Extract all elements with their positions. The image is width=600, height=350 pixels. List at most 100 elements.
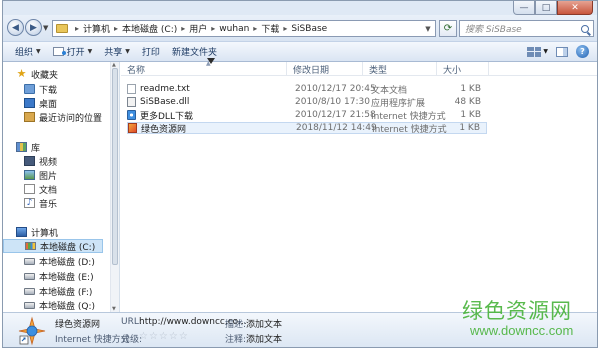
breadcrumb-label[interactable]: 计算机 (83, 22, 110, 35)
breadcrumb-label[interactable]: 本地磁盘 (C:) (122, 22, 177, 35)
recent-places-icon (24, 112, 35, 122)
breadcrumb-label[interactable]: 用户 (189, 22, 207, 35)
file-row[interactable]: SiSBase.dll 2010/8/10 17:30 应用程序扩展 48 KB (127, 96, 487, 109)
change-view-button[interactable]: ▼ (527, 46, 548, 57)
nav-item-pictures[interactable]: 图片 (3, 168, 57, 182)
breadcrumb-wuhan[interactable]: wuhan ▸ (219, 24, 261, 34)
breadcrumb-label[interactable]: SiSBase (291, 24, 327, 34)
breadcrumb-computer[interactable]: 计算机 ▸ (83, 22, 122, 35)
nav-computer[interactable]: 计算机 (3, 225, 58, 239)
description-label: 描述: (225, 320, 247, 330)
nav-item-music[interactable]: ♪ 音乐 (3, 196, 57, 210)
address-row: ◀ ▶ ▼ ▸ 计算机 ▸ 本地磁盘 (C:) ▸ 用户 ▸ wuhan ▸ 下载 ▸ S… (3, 15, 597, 41)
back-button[interactable]: ◀ (7, 19, 24, 36)
nav-item-downloads[interactable]: 下载 (3, 82, 57, 96)
text-file-icon (127, 84, 136, 94)
minimize-button[interactable]: — (513, 1, 535, 15)
column-header-size[interactable]: 大小 (437, 62, 489, 76)
column-header-type[interactable]: 类型 (363, 62, 437, 76)
drive-icon (24, 301, 35, 309)
file-modified: 2010/12/17 20:45 (295, 84, 376, 94)
open-button[interactable]: 打开 ▼ (52, 45, 92, 58)
view-icon (527, 46, 542, 57)
breadcrumb-users[interactable]: 用户 ▸ (189, 22, 219, 35)
address-history-dropdown[interactable]: ▼ (421, 21, 435, 36)
breadcrumb-separator-icon[interactable]: ▸ (211, 24, 215, 33)
mouse-cursor-icon (207, 58, 215, 64)
file-row-selected[interactable]: 绿色资源网 2018/11/12 14:49 Internet 快捷方式 1 K… (127, 122, 487, 135)
nav-item-desktop[interactable]: 桌面 (3, 96, 57, 110)
breadcrumb-separator-icon[interactable]: ▸ (181, 24, 185, 33)
column-label: 大小 (443, 65, 462, 76)
share-label: 共享 (104, 48, 123, 58)
open-label: 打开 (66, 48, 85, 58)
organize-menu[interactable]: 组织 ▼ (15, 45, 41, 58)
nav-label: 本地磁盘 (Q:) (39, 301, 95, 312)
library-icon (16, 142, 27, 152)
preview-pane-icon[interactable] (556, 46, 568, 57)
search-input[interactable]: 搜索 SiSBase (459, 20, 594, 37)
notes-field[interactable]: 添加文本 (246, 332, 282, 345)
system-drive-icon (25, 242, 36, 250)
pictures-icon (24, 170, 35, 180)
address-bar[interactable]: ▸ 计算机 ▸ 本地磁盘 (C:) ▸ 用户 ▸ wuhan ▸ 下载 ▸ SiSBase… (52, 20, 436, 37)
nav-scrollbar[interactable]: ▲ ▼ (110, 62, 119, 312)
breadcrumb-separator-icon[interactable]: ▸ (253, 24, 257, 33)
nav-item-drive-e[interactable]: 本地磁盘 (E:) (3, 269, 94, 283)
file-row[interactable]: 更多DLL下载 2010/12/17 21:58 Internet 快捷方式 1… (127, 109, 487, 122)
file-list: 名称 ▲ 修改日期 类型 大小 readme.txt 2010/12/17 20:… (121, 60, 597, 312)
new-folder-button[interactable]: 新建文件夹 (172, 45, 217, 58)
nav-item-recent-places[interactable]: 最近访问的位置 (3, 110, 102, 124)
breadcrumb-sisbase[interactable]: SiSBase (291, 24, 327, 34)
breadcrumb-downloads[interactable]: 下载 ▸ (261, 22, 291, 35)
breadcrumb-separator-icon[interactable]: ▸ (75, 24, 79, 33)
nav-label: 文档 (39, 185, 58, 196)
file-row[interactable]: readme.txt 2010/12/17 20:45 文本文档 1 KB (127, 83, 487, 96)
music-icon: ♪ (24, 198, 35, 208)
scrollbar-thumb[interactable] (112, 68, 118, 265)
nav-item-documents[interactable]: 文档 (3, 182, 57, 196)
new-folder-label: 新建文件夹 (171, 48, 217, 58)
rating-stars[interactable]: ☆☆☆☆☆ (139, 331, 189, 342)
forward-button[interactable]: ▶ (25, 19, 42, 36)
column-header-modified[interactable]: 修改日期 (287, 62, 363, 76)
breadcrumb-label[interactable]: wuhan (219, 24, 249, 34)
description-field[interactable]: 添加文本 (246, 317, 282, 330)
column-header-name[interactable]: 名称 ▲ (121, 60, 287, 76)
nav-item-drive-d[interactable]: 本地磁盘 (D:) (3, 254, 95, 268)
nav-item-drive-f[interactable]: 本地磁盘 (F:) (3, 284, 92, 298)
refresh-icon: ⟳ (443, 23, 453, 34)
caption-buttons: — □ ✕ (513, 1, 593, 15)
column-label: 修改日期 (293, 65, 330, 76)
nav-label: 收藏夹 (31, 70, 59, 81)
breadcrumb-drive-c[interactable]: 本地磁盘 (C:) ▸ (122, 22, 189, 35)
breadcrumb-separator-icon[interactable]: ▸ (283, 24, 287, 33)
breadcrumb-label[interactable]: 下载 (261, 22, 279, 35)
file-modified: 2010/12/17 21:58 (295, 110, 376, 120)
nav-favorites[interactable]: ★ 收藏夹 (3, 67, 58, 81)
nav-libraries[interactable]: 库 (3, 140, 40, 154)
recent-pages-dropdown[interactable]: ▼ (43, 24, 48, 32)
details-file-name: 绿色资源网 (55, 320, 101, 330)
chevron-down-icon[interactable]: ▼ (543, 48, 548, 55)
nav-label: 本地磁盘 (C:) (40, 242, 96, 253)
refresh-button[interactable]: ⟳ (439, 20, 457, 37)
file-name: 绿色资源网 (141, 124, 187, 135)
file-size: 48 KB (454, 97, 481, 107)
nav-item-drive-c[interactable]: 本地磁盘 (C:) (3, 239, 103, 253)
documents-icon (24, 184, 35, 194)
help-icon[interactable]: ? (576, 45, 589, 58)
breadcrumb-separator-icon[interactable]: ▸ (114, 24, 118, 33)
nav-item-drive-q[interactable]: 本地磁盘 (Q:) (3, 298, 95, 312)
maximize-button[interactable]: □ (535, 1, 557, 15)
print-button[interactable]: 打印 (142, 45, 160, 58)
share-menu[interactable]: 共享 ▼ (104, 45, 130, 58)
desktop-icon (24, 98, 35, 108)
navigation-pane: ★ 收藏夹 下载 桌面 最近访问的位置 库 视频 图片 文档 ♪ 音乐 计算机 本地… (3, 62, 120, 312)
close-button[interactable]: ✕ (557, 1, 593, 15)
forward-arrow-icon: ▶ (30, 22, 37, 33)
file-modified: 2018/11/12 14:49 (296, 123, 377, 133)
file-type: Internet 快捷方式 (371, 111, 446, 122)
open-icon (52, 47, 66, 56)
nav-item-videos[interactable]: 视频 (3, 154, 57, 168)
